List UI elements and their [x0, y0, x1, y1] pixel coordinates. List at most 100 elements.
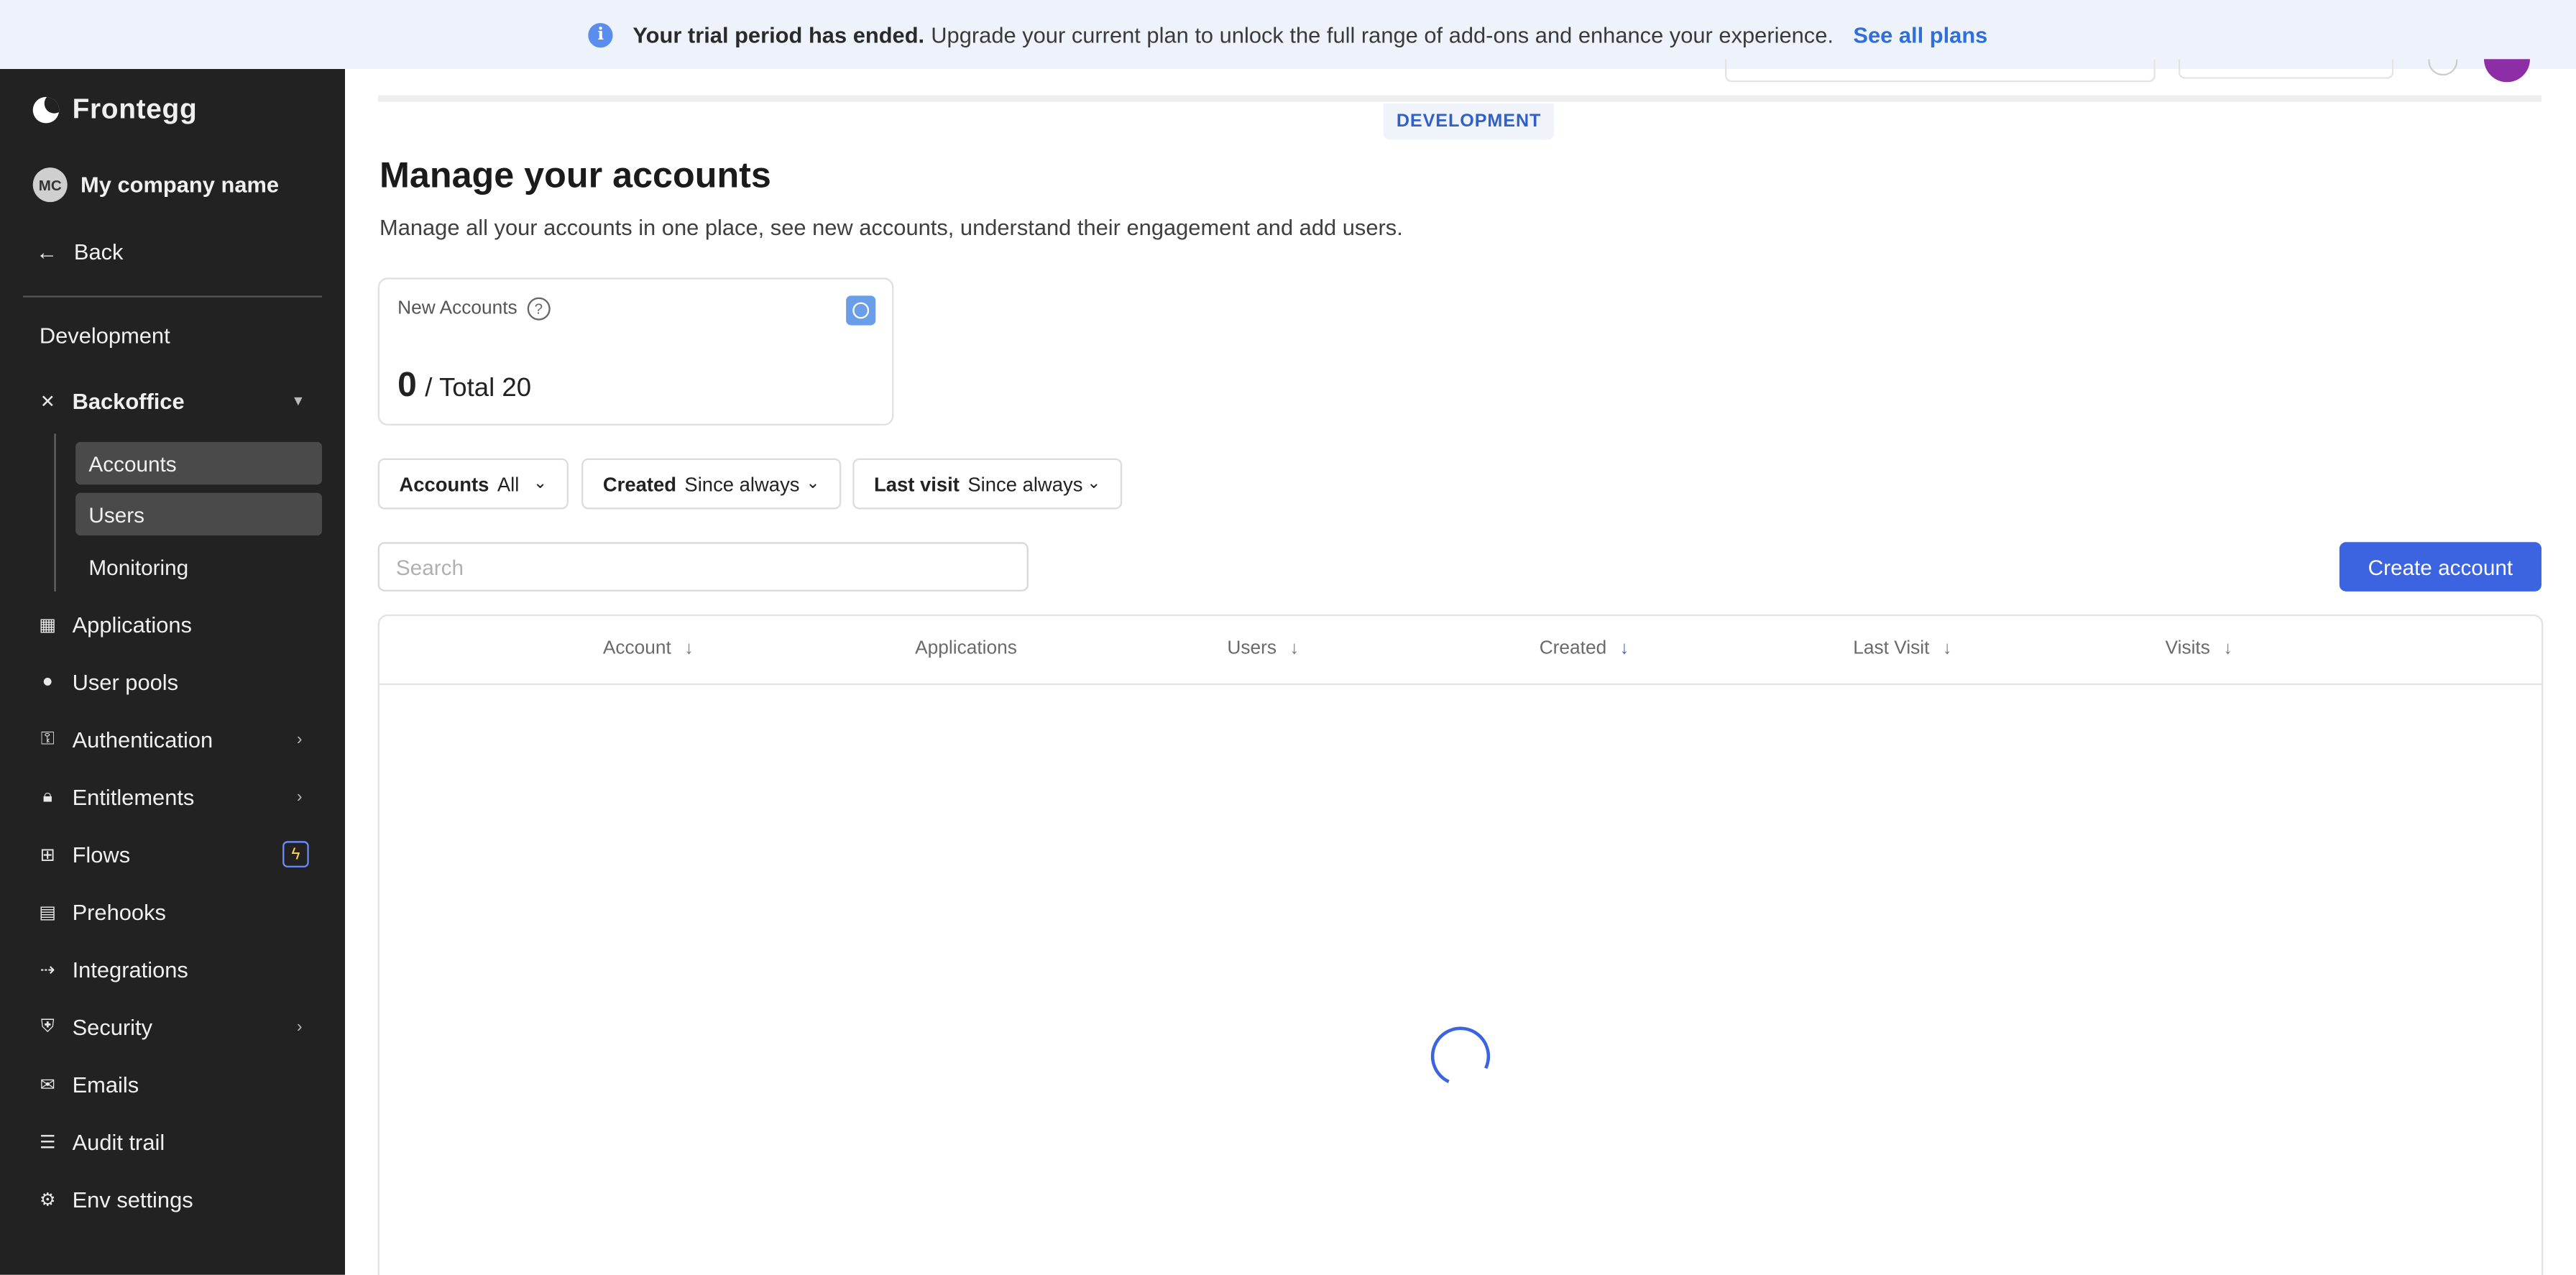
filter-accounts[interactable]: Accounts All ⌄ [377, 458, 569, 510]
sidebar-item-label: Audit trail [72, 1129, 165, 1154]
filter-key: Created [602, 472, 676, 496]
sidebar-item-integrations[interactable]: ⇢ Integrations [36, 949, 312, 989]
sidebar-item-prehooks[interactable]: ▤ Prehooks [36, 892, 312, 931]
arrow-down-icon: ↓ [2223, 639, 2232, 659]
create-account-button[interactable]: Create account [2339, 542, 2542, 592]
arrow-down-icon: ↓ [1619, 639, 1629, 659]
sidebar-item-emails[interactable]: ✉ Emails [36, 1064, 312, 1104]
sidebar-item-label: Flows [72, 842, 131, 867]
filter-key: Accounts [399, 472, 489, 496]
column-label: Account [602, 639, 671, 659]
sidebar-item-label: Applications [72, 612, 192, 637]
sidebar-item-audit-trail[interactable]: ☰ Audit trail [36, 1122, 312, 1161]
info-icon: i [588, 22, 613, 47]
frontegg-logo-icon [32, 96, 60, 124]
lock-icon: 🔒︎ [42, 786, 52, 806]
sidebar-item-env-settings[interactable]: ⚙ Env settings [36, 1179, 312, 1219]
sidebar-item-flows[interactable]: ⊞ Flows ϟ [36, 834, 312, 874]
sidebar-item-security[interactable]: ⛨ Security › [36, 1007, 312, 1046]
arrow-down-icon: ↓ [684, 639, 694, 659]
chevron-right-icon: › [296, 787, 303, 806]
new-accounts-card: New Accounts ? 0 / Total 20 [377, 277, 894, 425]
user-avatar[interactable] [2483, 59, 2530, 83]
sidebar-item-backoffice[interactable]: ✕ Backoffice ▾ [36, 381, 312, 420]
list-icon: ☰ [39, 1132, 56, 1153]
chevron-down-icon: ⌄ [806, 474, 820, 493]
arrow-down-icon: ↓ [1289, 639, 1299, 659]
column-header-account[interactable]: Account ↓ [603, 639, 694, 658]
search-input[interactable] [377, 542, 1029, 592]
column-header-applications: Applications [915, 639, 1017, 658]
users-icon: ● [42, 671, 53, 692]
card-label-text: New Accounts [397, 298, 518, 319]
arrow-left-icon: ← [36, 239, 58, 264]
filter-value: All [497, 472, 520, 496]
filter-created[interactable]: Created Since always ⌄ [581, 458, 842, 510]
see-all-plans-link[interactable]: See all plans [1853, 22, 1987, 47]
mail-icon: ✉ [40, 1074, 55, 1095]
chevron-down-icon: ▾ [294, 392, 303, 410]
sidebar-item-label: Emails [72, 1072, 139, 1097]
company-avatar: MC [32, 167, 68, 203]
column-header-created[interactable]: Created ↓ [1540, 639, 1629, 658]
brand-name: Frontegg [72, 93, 198, 125]
clock-icon[interactable] [846, 295, 876, 326]
card-value: 0 / Total 20 [397, 367, 531, 406]
banner-text: Upgrade your current plan to unlock the … [931, 22, 1834, 47]
arrow-down-icon: ↓ [1942, 639, 1952, 659]
lightning-icon: ϟ [282, 841, 309, 867]
question-circle-icon[interactable]: ? [527, 297, 551, 321]
page-subtitle: Manage all your accounts in one place, s… [379, 215, 1403, 240]
gear-icon: ⚙ [39, 1189, 56, 1210]
main-content: DEVELOPMENT Manage your accounts Manage … [345, 59, 2576, 1275]
environment-badge: DEVELOPMENT [1383, 103, 1555, 140]
submenu-line [54, 433, 56, 592]
new-accounts-count: 0 [397, 366, 417, 405]
top-search-field[interactable] [1724, 59, 2156, 83]
sidebar-item-label: Authentication [72, 727, 213, 752]
table-header: Account ↓ Applications Users ↓ Created ↓… [379, 616, 2542, 686]
help-icon[interactable] [2428, 59, 2458, 76]
accounts-table: Account ↓ Applications Users ↓ Created ↓… [377, 614, 2544, 1275]
sidebar-item-user-pools[interactable]: ● User pools [36, 662, 312, 701]
card-label: New Accounts ? [397, 297, 551, 321]
total-accounts: / Total 20 [425, 374, 532, 402]
sidebar-subitem-users[interactable]: Users [75, 492, 322, 536]
company-name: My company name [80, 172, 280, 198]
banner-bold-text: Your trial period has ended. [632, 22, 925, 47]
sidebar-item-label: Integrations [72, 957, 188, 982]
chevron-right-icon: › [296, 1017, 303, 1036]
back-label: Back [73, 239, 124, 264]
shield-icon: ⛨ [40, 1016, 55, 1036]
sidebar-item-authentication[interactable]: ⚿ Authentication › [36, 719, 312, 759]
back-button[interactable]: ← Back [36, 240, 123, 264]
column-header-visits[interactable]: Visits ↓ [2166, 639, 2232, 658]
prehook-icon: ▤ [39, 902, 57, 923]
company-switcher[interactable]: MC My company name [32, 167, 280, 203]
sidebar: Frontegg MC My company name ← Back Devel… [0, 68, 345, 1275]
grid-icon: ▦ [39, 615, 57, 635]
column-header-users[interactable]: Users ↓ [1227, 639, 1298, 658]
sidebar-item-label: Entitlements [72, 784, 195, 809]
brand-logo[interactable]: Frontegg [32, 93, 198, 126]
sidebar-item-entitlements[interactable]: 🔒︎ Entitlements › [36, 777, 312, 816]
filter-key: Last visit [873, 472, 960, 496]
flow-icon: ⊞ [40, 844, 55, 865]
chevron-right-icon: › [296, 729, 303, 749]
sidebar-item-applications[interactable]: ▦ Applications [36, 604, 312, 644]
filter-value: Since always [967, 472, 1083, 496]
sidebar-item-label: Env settings [72, 1187, 193, 1212]
loading-spinner-icon [1422, 1018, 1499, 1095]
sidebar-item-label: User pools [72, 669, 179, 694]
chevron-down-icon: ⌄ [533, 474, 548, 493]
key-icon: ⚿ [40, 728, 55, 749]
column-label: Visits [2165, 639, 2210, 659]
sidebar-subitem-accounts[interactable]: Accounts [75, 441, 322, 485]
column-header-last-visit[interactable]: Last Visit ↓ [1853, 639, 1951, 658]
filter-value: Since always [684, 472, 800, 496]
top-environment-selector[interactable] [2178, 59, 2394, 79]
filter-last-visit[interactable]: Last visit Since always ⌄ [852, 458, 1123, 510]
sidebar-divider [22, 295, 322, 298]
sidebar-subitem-monitoring[interactable]: Monitoring [75, 546, 322, 588]
page-title: Manage your accounts [379, 154, 771, 195]
